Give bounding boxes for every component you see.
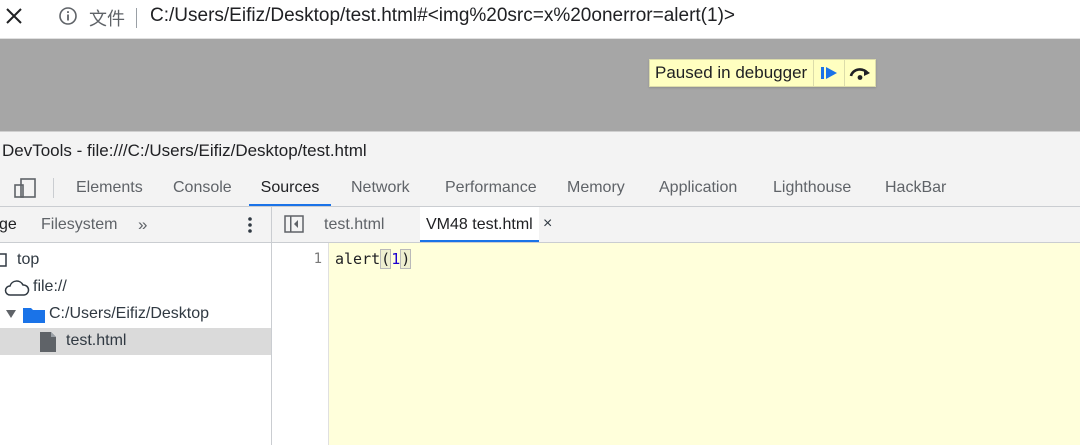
paused-message: Paused in debugger [655, 63, 808, 82]
code-line-1: alert(1) [335, 249, 412, 269]
editor-tab-vm48-label: VM48 test.html [426, 216, 533, 233]
tree-item-folder-desktop[interactable]: C:/Users/Eifiz/Desktop [0, 301, 271, 328]
tab-elements[interactable]: Elements [76, 170, 143, 206]
url-separator [136, 8, 137, 28]
navigator-tab-page[interactable]: ge [0, 216, 17, 234]
tab-memory[interactable]: Memory [567, 170, 625, 206]
code-paren-close: ) [400, 249, 412, 269]
expand-arrow-icon[interactable] [6, 310, 16, 319]
tab-console[interactable]: Console [173, 170, 232, 206]
paused-in-debugger-banner: Paused in debugger [649, 59, 877, 87]
tab-application[interactable]: Application [659, 170, 737, 206]
tab-lighthouse[interactable]: Lighthouse [773, 170, 851, 206]
tab-separator [53, 178, 54, 198]
frame-icon [0, 253, 7, 267]
line-number: 1 [313, 251, 322, 267]
code-editor[interactable]: alert(1) [329, 243, 1080, 445]
close-icon[interactable] [4, 6, 24, 26]
url-scheme-label: 文件 [89, 9, 125, 30]
folder-icon [23, 308, 45, 323]
line-number-gutter: 1 [272, 243, 329, 445]
info-icon[interactable] [58, 6, 78, 26]
resume-icon [821, 67, 838, 79]
tree-item-test-html[interactable]: test.html [0, 328, 271, 355]
step-over-button[interactable] [844, 60, 875, 86]
code-argument: 1 [391, 250, 401, 268]
code-function: alert [335, 250, 381, 268]
step-over-icon [849, 68, 871, 80]
navigator-tab-filesystem[interactable]: Filesystem [41, 216, 117, 234]
page-viewport: Paused in debugger [0, 39, 1080, 131]
code-paren-open: ( [380, 249, 392, 269]
address-bar: 文件 C:/Users/Eifiz/Desktop/test.html#<img… [0, 0, 1080, 39]
devtools-title-text: DevTools - file:///C:/Users/Eifiz/Deskto… [2, 141, 367, 160]
tree-label-test-html: test.html [66, 332, 127, 349]
close-tab-button[interactable]: × [543, 207, 552, 240]
devtools-main-tabbar: Elements Console Sources Network Perform… [0, 170, 1080, 207]
tab-network[interactable]: Network [351, 170, 410, 206]
editor-tabbar: test.html VM48 test.html × [272, 207, 1080, 243]
more-options-icon[interactable] [244, 215, 256, 235]
more-tabs-button[interactable]: » [138, 215, 147, 235]
tab-hackbar[interactable]: HackBar [885, 170, 946, 206]
file-icon [40, 332, 56, 352]
url-input[interactable]: C:/Users/Eifiz/Desktop/test.html#<img%20… [150, 5, 735, 27]
tree-label-top: top [17, 251, 40, 268]
tree-item-file-origin[interactable]: file:// [0, 274, 271, 301]
cloud-icon [4, 280, 30, 296]
tab-performance[interactable]: Performance [445, 170, 537, 206]
tree-item-top[interactable]: top [0, 247, 271, 274]
sources-navigator: ge Filesystem » top file:// C:/Users/Eif… [0, 207, 272, 445]
resume-button[interactable] [813, 60, 844, 86]
tab-sources[interactable]: Sources [249, 170, 331, 206]
editor-tab-vm48[interactable]: VM48 test.html [420, 207, 539, 242]
devtools-window-title: DevTools - file:///C:/Users/Eifiz/Deskto… [0, 131, 1080, 171]
editor-tab-test-html[interactable]: test.html [324, 207, 384, 242]
navigator-tabbar: ge Filesystem » [0, 207, 271, 243]
toggle-navigator-icon[interactable] [284, 215, 304, 233]
device-toolbar-icon[interactable] [14, 177, 38, 199]
tree-label-file-origin: file:// [33, 278, 67, 295]
tree-label-folder-desktop: C:/Users/Eifiz/Desktop [49, 305, 210, 322]
